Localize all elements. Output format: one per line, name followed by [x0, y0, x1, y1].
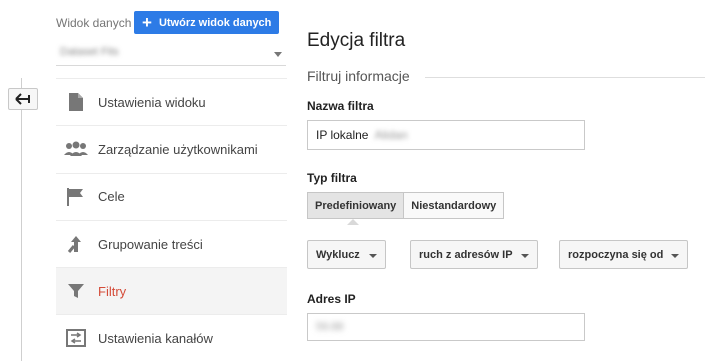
- sidebar-item-filters[interactable]: Filtry: [56, 267, 287, 315]
- channel-settings-icon: [56, 329, 96, 348]
- tab-predefined[interactable]: Predefiniowany: [307, 192, 405, 219]
- sidebar-item-goals[interactable]: Cele: [56, 172, 287, 220]
- sidebar-item-user-management[interactable]: Zarządzanie użytkownikami: [56, 125, 287, 172]
- ip-address-label: Adres IP: [307, 292, 356, 306]
- create-view-label: Utwórz widok danych: [158, 16, 272, 29]
- tab-custom[interactable]: Niestandardowy: [404, 192, 505, 219]
- sidebar-item-label: Filtry: [98, 283, 127, 299]
- traffic-source-value: ruch z adresów IP: [419, 248, 513, 261]
- create-view-button[interactable]: + Utwórz widok danych: [134, 11, 279, 34]
- filter-name-value: IP lokalne: [316, 128, 369, 142]
- sidebar-item-label: Ustawienia kanałów: [98, 330, 213, 346]
- traffic-source-select[interactable]: ruch z adresów IP: [410, 240, 538, 269]
- chevron-down-icon: [671, 254, 679, 258]
- view-label: Widok danych: [56, 16, 132, 30]
- selected-tab-pointer: [347, 219, 359, 225]
- main-content: Edycja filtra Filtruj informacje Nazwa f…: [307, 0, 705, 361]
- collapse-sidebar-button[interactable]: [8, 88, 38, 110]
- sidebar-item-label: Zarządzanie użytkownikami: [98, 141, 258, 157]
- expression-select[interactable]: rozpoczyna się od: [559, 240, 688, 269]
- filter-type-toggle: Predefiniowany Niestandardowy: [307, 192, 505, 219]
- sidebar-item-content-grouping[interactable]: Grupowanie treści: [56, 219, 287, 267]
- chevron-down-icon: [521, 254, 529, 258]
- section-title: Filtruj informacje: [307, 68, 410, 84]
- filter-type-label: Typ filtra: [307, 171, 357, 185]
- include-exclude-value: Wyklucz: [316, 248, 360, 261]
- navigation-rail: [21, 78, 22, 361]
- sidebar-item-label: Cele: [98, 189, 125, 205]
- section-divider: [425, 77, 705, 78]
- filter-name-label: Nazwa filtra: [307, 99, 374, 113]
- expression-value: rozpoczyna się od: [568, 248, 664, 261]
- arrow-left-icon: [15, 93, 30, 105]
- ip-address-input[interactable]: 59.88: [307, 313, 585, 341]
- sidebar-item-view-settings[interactable]: Ustawienia widoku: [56, 78, 287, 125]
- chevron-down-icon: [369, 254, 377, 258]
- users-icon: [56, 141, 96, 157]
- ip-address-value: 59.88: [316, 321, 344, 333]
- include-exclude-select[interactable]: Wyklucz: [307, 240, 386, 269]
- sidebar-nav: Ustawienia widoku Zarządzanie użytkownik…: [56, 78, 287, 361]
- filter-name-input[interactable]: IP lokalne Alidan: [307, 120, 585, 150]
- sidebar-item-label: Ustawienia widoku: [98, 94, 206, 110]
- chevron-down-icon: [274, 52, 282, 57]
- sidebar-item-channel-settings[interactable]: Ustawienia kanałów: [56, 314, 287, 361]
- plus-icon: +: [142, 13, 152, 32]
- view-select-value: Dataset Fits: [60, 46, 119, 58]
- sidebar-item-label: Grupowanie treści: [98, 236, 203, 252]
- merge-arrow-icon: [56, 234, 96, 254]
- flag-icon: [56, 187, 96, 207]
- page-title: Edycja filtra: [307, 30, 406, 51]
- filter-icon: [56, 282, 96, 300]
- filter-name-hidden-part: Alidan: [374, 128, 408, 142]
- document-icon: [56, 92, 96, 112]
- view-select[interactable]: Dataset Fits: [56, 42, 286, 66]
